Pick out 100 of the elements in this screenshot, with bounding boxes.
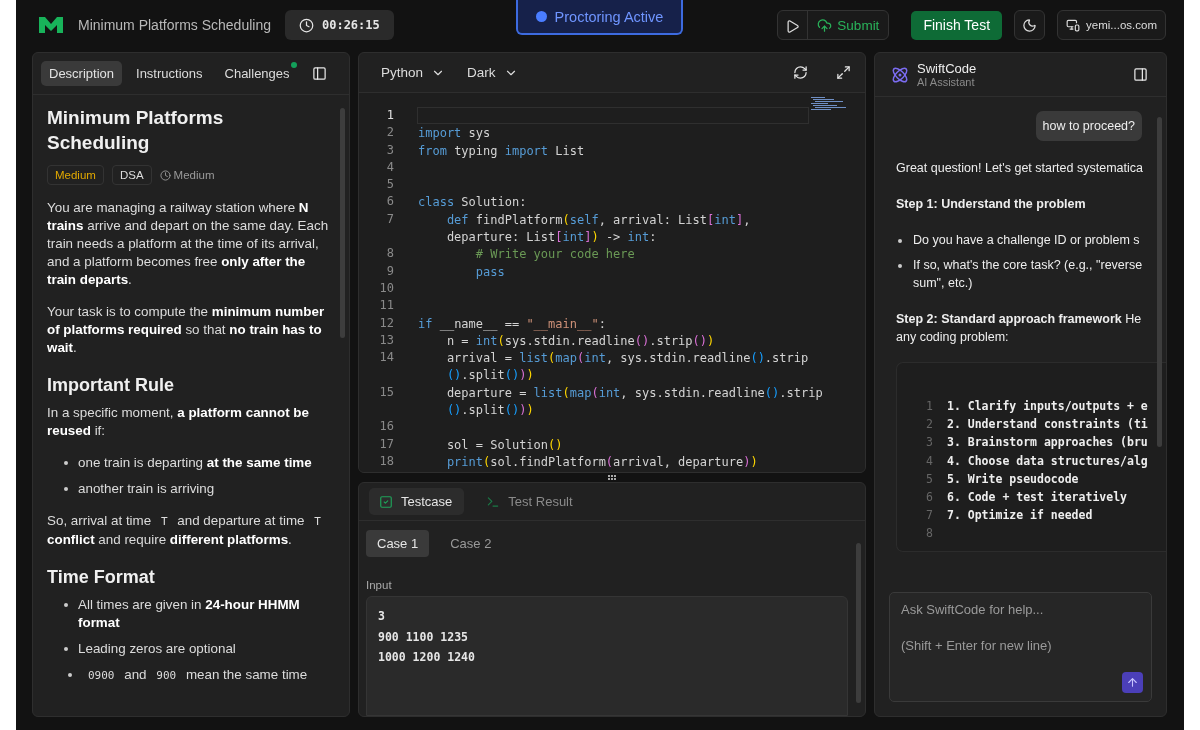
topic-tag: DSA — [111, 165, 152, 185]
line-number: 11 — [378, 297, 394, 315]
line-number: 8 — [385, 245, 394, 263]
assistant-text: Step 2: Standard approach framework He any coding problem: — [896, 311, 1143, 346]
line-number: 14 — [378, 349, 394, 367]
list-item: If so, what's the core task? (e.g., "reverse sum", etc.) — [898, 256, 1166, 292]
checkbox-icon — [379, 494, 393, 509]
clock-icon — [298, 17, 314, 33]
send-button[interactable] — [1122, 672, 1143, 693]
code-line: sol = Solution() — [445, 436, 564, 453]
tab[interactable]: Instructions — [128, 61, 211, 86]
case-tab[interactable]: Case 2 — [439, 530, 503, 557]
line-number: 6 — [385, 193, 394, 211]
language-select[interactable]: Python — [381, 65, 446, 80]
code-line: 4. Choose data structures/alg — [947, 452, 1148, 470]
line-number: 9 — [385, 262, 394, 280]
code-line: pass — [474, 263, 506, 280]
tab[interactable]: Challenges — [216, 61, 298, 86]
code-line: arrival = list(map(int, sys.stdin.readline().strip — [445, 350, 810, 367]
code-line: ().split())) — [445, 402, 535, 419]
line-number: 4 — [925, 452, 933, 470]
collapse-panel-icon[interactable] — [1133, 67, 1148, 82]
tab[interactable]: Testcase — [369, 488, 465, 515]
line-number: 12 — [378, 314, 394, 332]
scrollbar[interactable] — [856, 543, 861, 703]
line-number: 3 — [385, 141, 394, 159]
line-number: 5 — [925, 470, 933, 488]
line-number: 10 — [378, 279, 394, 297]
line-number: 7 — [385, 210, 394, 228]
assistant-text: Step 1: Understand the problem — [896, 196, 1087, 213]
theme-toggle-button[interactable] — [1014, 10, 1046, 40]
paragraph: You are managing a railway station where N trains arrive and depart on the same day. Each train needs a platform at the time of its arrival, and a platform becomes free only after the train departs. — [47, 199, 330, 289]
assistant-text: Great question! Let's get started systematica — [896, 160, 1144, 177]
code-line: 3. Brainstorm approaches (bru — [947, 434, 1148, 452]
collapse-panel-icon[interactable] — [311, 66, 327, 81]
line-number: 13 — [378, 331, 394, 349]
terminal-icon — [486, 494, 501, 509]
section-heading: Time Format — [47, 567, 156, 588]
list-item: All times are given in 24-hour HHMM format — [64, 596, 335, 632]
user-button[interactable]: yemi...os.com — [1057, 10, 1166, 40]
atom-icon — [891, 65, 909, 84]
line-number: 5 — [385, 176, 394, 194]
code-line: 1. Clarify inputs/outputs + e — [947, 398, 1148, 415]
resize-handle-icon[interactable] — [607, 475, 617, 480]
line-number: 15 — [378, 383, 394, 401]
code-line: departure: List[int]) -> int: — [445, 229, 658, 246]
code-line: from typing import List — [417, 142, 586, 159]
tab[interactable]: Description — [41, 61, 123, 86]
case-tab[interactable]: Case 1 — [366, 530, 430, 557]
line-number: 18 — [378, 452, 394, 470]
theme-select[interactable]: Dark — [467, 65, 518, 80]
code-line: class Solution: — [417, 194, 528, 211]
timer: 00:26:15 — [284, 10, 394, 40]
section-heading: Important Rule — [47, 375, 175, 396]
line-number: 2 — [925, 416, 933, 434]
time-label: Medium — [159, 169, 215, 181]
tab[interactable]: Test Result — [476, 488, 585, 515]
finish-test-button[interactable]: Finish Test — [911, 10, 1003, 40]
list-item: 0900 and 900 mean the same time — [68, 666, 335, 685]
assistant-subtitle: AI Assistant — [917, 75, 976, 88]
line-number: 4 — [385, 158, 394, 176]
logo-icon — [38, 16, 64, 34]
list-item: Leading zeros are optional — [64, 640, 335, 658]
line-number: 17 — [378, 435, 394, 453]
list-item: another train is arriving — [64, 480, 335, 498]
paragraph: In a specific moment, a platform cannot be reused if: — [47, 404, 310, 440]
moon-icon — [1022, 17, 1038, 33]
code-line: departure = list(map(int, sys.stdin.readline().strip — [445, 384, 824, 402]
reset-icon[interactable] — [793, 65, 808, 80]
arrow-up-icon — [1126, 676, 1139, 689]
line-number: 8 — [925, 525, 933, 543]
play-icon — [785, 18, 801, 34]
line-number: 1 — [385, 107, 394, 124]
code-line: ().split())) — [445, 367, 535, 384]
code-line: 2. Understand constraints (ti — [947, 416, 1148, 434]
line-number: 16 — [378, 418, 394, 436]
fullscreen-icon[interactable] — [836, 65, 851, 80]
code-line: 5. Write pseudocode — [947, 470, 1079, 488]
code-line: 6. Code + test iteratively — [947, 489, 1127, 506]
paragraph: Your task is to compute the minimum number of platforms required so that no train has to wait. — [47, 303, 326, 357]
code-line: print(sol.findPlatform(arrival, departure)) — [445, 453, 759, 471]
scrollbar[interactable] — [1157, 117, 1162, 447]
code-line: 7. Optimize if needed — [947, 507, 1093, 525]
input-field[interactable]: 3 900 1100 1235 1000 1200 1240 — [366, 596, 848, 716]
code-line: def findPlatform(self, arrival: List[int], — [445, 211, 752, 229]
problem-title: Minimum Platforms Scheduling — [47, 106, 225, 155]
input-label: Input — [366, 579, 393, 591]
line-number: 1 — [925, 398, 933, 415]
scrollbar[interactable] — [340, 108, 345, 338]
user-message: how to proceed? — [1035, 111, 1142, 141]
difficulty-tag: Medium — [47, 165, 104, 185]
cloud-upload-icon — [817, 17, 833, 33]
clock-icon — [159, 169, 171, 181]
line-number: 3 — [925, 434, 933, 452]
line-number: 6 — [925, 489, 933, 506]
chat-input[interactable]: Ask SwiftCode for help... (Shift + Enter for new line) — [890, 593, 1151, 701]
list-item: Do you have a challenge ID or problem s — [898, 231, 1166, 249]
page-title: Minimum Platforms Scheduling — [78, 17, 271, 33]
line-number: 7 — [925, 507, 933, 525]
code-line: n = int(sys.stdin.readline().strip()) — [445, 332, 716, 350]
